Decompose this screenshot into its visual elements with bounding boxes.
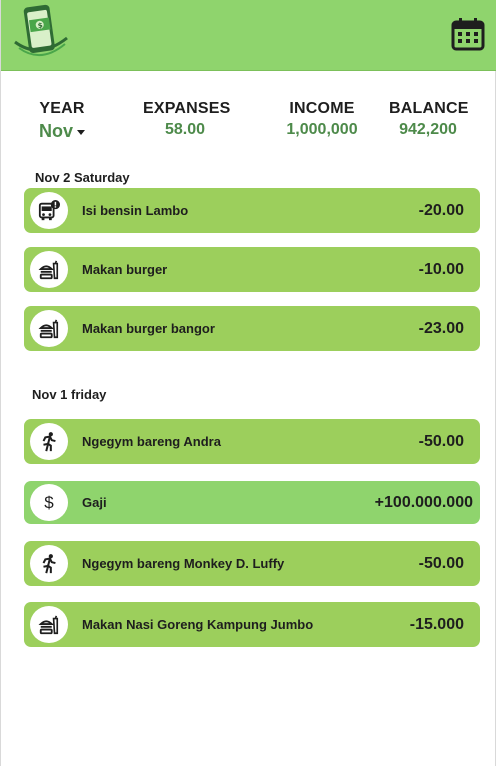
transaction-amount: -23.00 bbox=[418, 320, 464, 337]
expenses-summary: EXPANSES 58.00 bbox=[143, 100, 231, 139]
transaction-row[interactable]: Makan burger bangor -23.00 bbox=[24, 306, 480, 351]
transaction-row[interactable]: Ngegym bareng Andra -50.00 bbox=[24, 419, 480, 464]
transaction-label: Makan burger bangor bbox=[82, 321, 215, 336]
transaction-label: Makan Nasi Goreng Kampung Jumbo bbox=[82, 617, 314, 632]
date-header: Nov 2 Saturday bbox=[35, 170, 130, 185]
summary-bar: YEAR Nov EXPANSES 58.00 INCOME 1,000,000… bbox=[1, 100, 496, 142]
transaction-row[interactable]: $ Gaji +100.000.000 bbox=[24, 481, 480, 524]
running-icon bbox=[30, 545, 68, 582]
app-header: $ bbox=[1, 0, 496, 71]
expenses-value: 58.00 bbox=[164, 121, 206, 138]
income-value: 1,000,000 bbox=[286, 121, 358, 138]
balance-label: BALANCE bbox=[389, 100, 469, 117]
transaction-amount: -10.00 bbox=[418, 261, 464, 278]
transaction-row[interactable]: Isi bensin Lambo -20.00 bbox=[24, 188, 480, 233]
burger-icon bbox=[30, 310, 68, 347]
running-icon bbox=[30, 423, 68, 460]
car-warning-icon bbox=[30, 192, 68, 229]
transaction-amount: +100.000.000 bbox=[374, 494, 473, 511]
year-summary: YEAR Nov bbox=[38, 100, 86, 142]
transaction-label: Gaji bbox=[82, 495, 107, 510]
dollar-icon: $ bbox=[30, 484, 68, 521]
transaction-amount: -15.000 bbox=[409, 616, 464, 633]
transaction-row[interactable]: Makan Nasi Goreng Kampung Jumbo -15.000 bbox=[24, 602, 480, 647]
burger-icon bbox=[30, 606, 68, 643]
burger-icon bbox=[30, 251, 68, 288]
balance-summary: BALANCE 942,200 bbox=[389, 100, 469, 139]
balance-value: 942,200 bbox=[399, 121, 457, 138]
transaction-label: Ngegym bareng Monkey D. Luffy bbox=[82, 556, 285, 571]
month-value: Nov bbox=[38, 121, 73, 141]
income-summary: INCOME 1,000,000 bbox=[281, 100, 363, 139]
wallet-phone-logo: $ bbox=[9, 4, 71, 64]
year-label: YEAR bbox=[39, 100, 85, 117]
transaction-label: Makan burger bbox=[82, 262, 168, 277]
transaction-label: Ngegym bareng Andra bbox=[82, 434, 221, 449]
transaction-amount: -50.00 bbox=[418, 433, 464, 450]
expenses-label: EXPANSES bbox=[143, 100, 231, 117]
transaction-amount: -20.00 bbox=[418, 202, 464, 219]
transaction-row[interactable]: Makan burger -10.00 bbox=[24, 247, 480, 292]
transaction-label: Isi bensin Lambo bbox=[82, 203, 189, 218]
date-header: Nov 1 friday bbox=[32, 387, 107, 402]
calendar-icon[interactable] bbox=[451, 17, 485, 51]
transaction-row[interactable]: Ngegym bareng Monkey D. Luffy -50.00 bbox=[24, 541, 480, 586]
month-select[interactable]: Nov bbox=[39, 121, 85, 142]
transaction-amount: -50.00 bbox=[418, 555, 464, 572]
income-label: INCOME bbox=[289, 100, 355, 117]
chevron-down-icon bbox=[77, 130, 85, 135]
